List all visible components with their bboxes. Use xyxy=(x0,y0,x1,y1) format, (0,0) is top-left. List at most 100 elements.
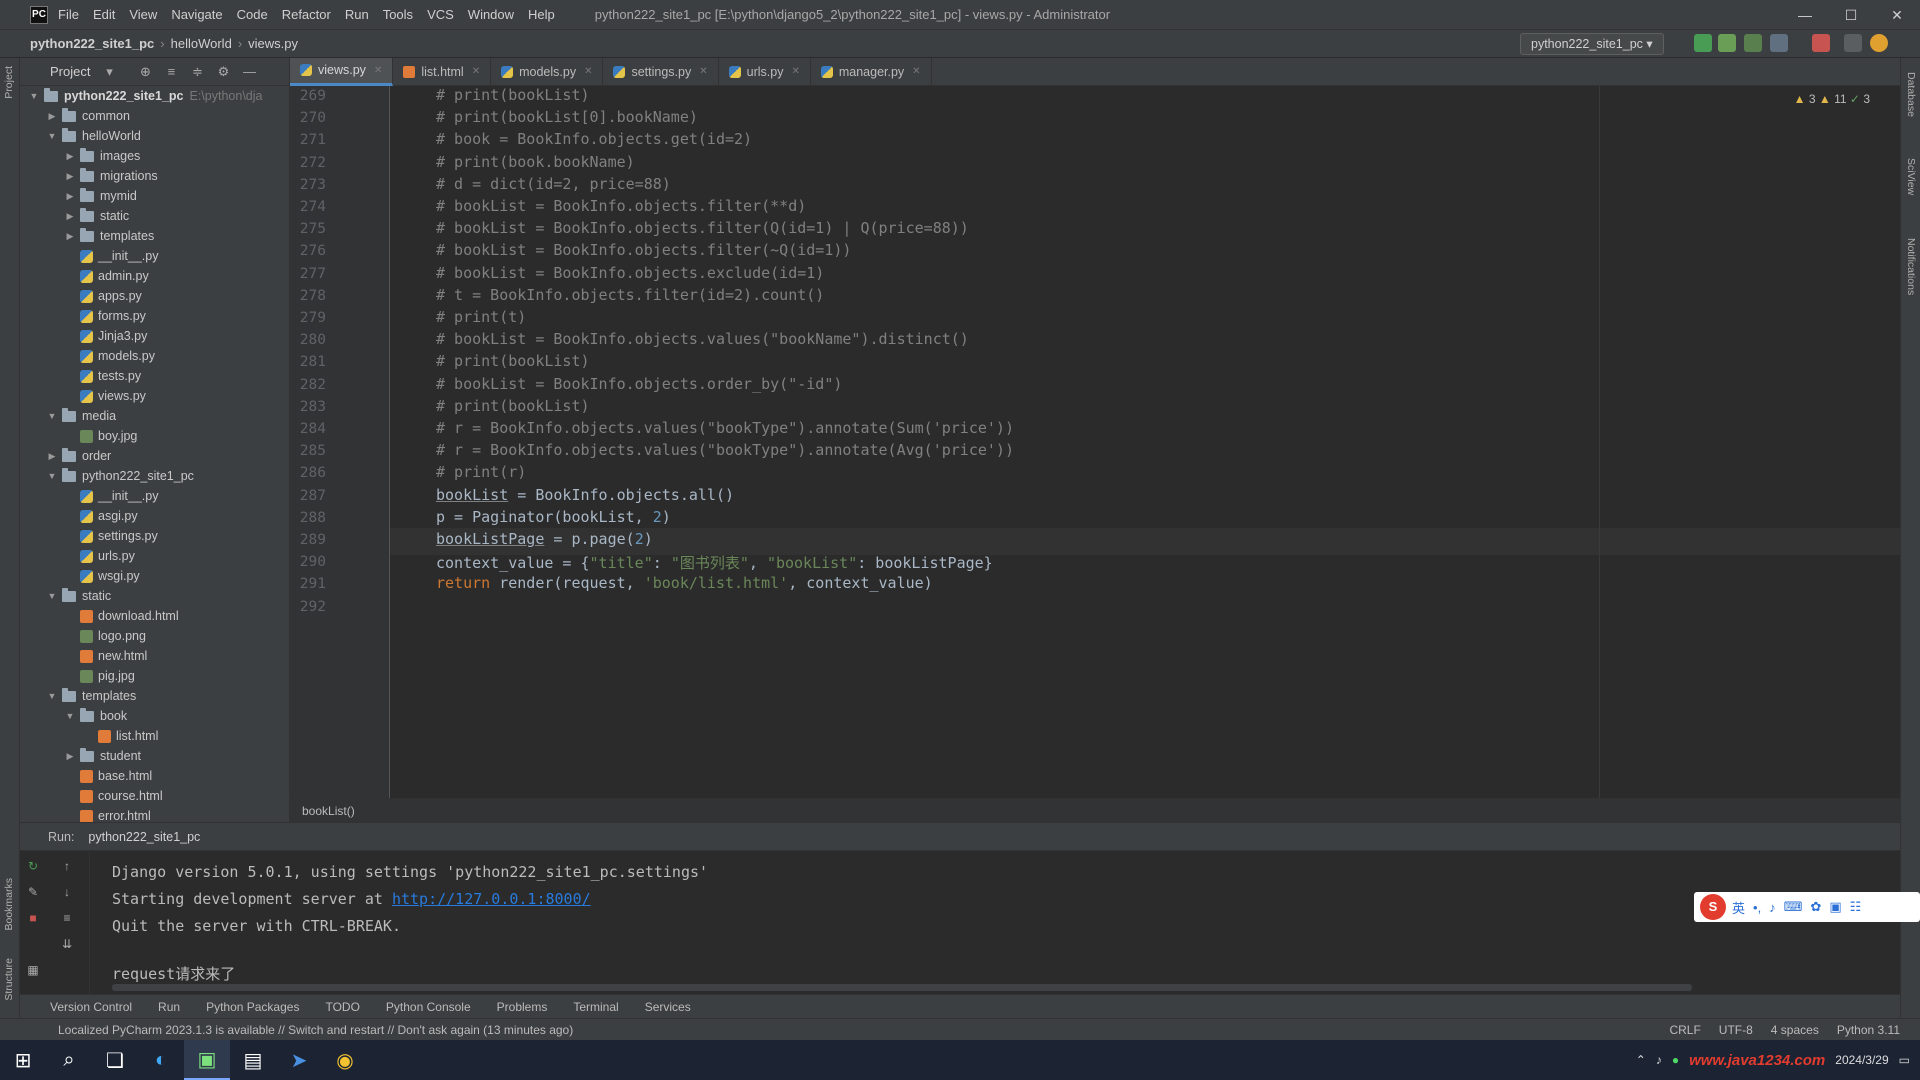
close-icon[interactable]: ✕ xyxy=(472,66,480,77)
tab-models-py[interactable]: models.py ✕ xyxy=(491,57,604,86)
tree-item[interactable]: ▶ images xyxy=(20,146,280,166)
chevron-down-icon[interactable]: ▼ xyxy=(46,131,58,141)
tree-item[interactable]: ▶ common xyxy=(20,106,280,126)
keyboard-icon[interactable]: ⌨ xyxy=(1784,899,1803,915)
tree-item[interactable]: ▼ media xyxy=(20,406,280,426)
tree-item[interactable]: base.html xyxy=(20,766,280,786)
tab-views-py[interactable]: views.py ✕ xyxy=(290,57,394,86)
close-icon[interactable]: ✕ xyxy=(1874,0,1920,30)
expand-all-icon[interactable]: ≡ xyxy=(164,64,178,79)
tree-item[interactable]: ▶ student xyxy=(20,746,280,766)
tree-item[interactable]: forms.py xyxy=(20,306,280,326)
project-panel-title[interactable]: Project xyxy=(50,64,90,79)
ime-language[interactable]: 英 xyxy=(1732,898,1745,917)
minimize-icon[interactable]: — xyxy=(1782,0,1828,30)
gear-icon[interactable]: ⚙ xyxy=(216,64,230,79)
menu-item-edit[interactable]: Edit xyxy=(93,7,115,22)
stop-icon[interactable] xyxy=(1812,34,1830,52)
tool-window-problems[interactable]: Problems xyxy=(497,1000,548,1014)
chevron-right-icon[interactable]: ▶ xyxy=(46,451,58,462)
chrome-icon[interactable]: ◉ xyxy=(322,1040,368,1080)
tree-item[interactable]: new.html xyxy=(20,646,280,666)
sciview-tool-tab[interactable]: SciView xyxy=(1905,158,1917,195)
task-view-icon[interactable]: ❏ xyxy=(92,1040,138,1080)
menu-item-run[interactable]: Run xyxy=(345,7,369,22)
tree-item[interactable]: admin.py xyxy=(20,266,280,286)
chevron-right-icon[interactable]: ▶ xyxy=(64,751,76,762)
menu-item-refactor[interactable]: Refactor xyxy=(282,7,331,22)
tab-list-html[interactable]: list.html ✕ xyxy=(393,57,492,86)
chevron-right-icon[interactable]: ▶ xyxy=(46,111,58,122)
inspection-widget[interactable]: ▲ 3 ▲ 11 ✓ 3 xyxy=(1794,92,1870,106)
tree-item[interactable]: views.py xyxy=(20,386,280,406)
chevron-right-icon[interactable]: ▶ xyxy=(64,151,76,162)
notepad-icon[interactable]: ▤ xyxy=(230,1040,276,1080)
layout-icon[interactable]: ▦ xyxy=(26,963,40,977)
tab-urls-py[interactable]: urls.py ✕ xyxy=(719,57,811,86)
chevron-down-icon[interactable]: ▾ xyxy=(102,64,116,79)
status-item[interactable]: UTF-8 xyxy=(1719,1023,1753,1037)
menu-item-code[interactable]: Code xyxy=(237,7,268,22)
wechat-icon[interactable]: ● xyxy=(1672,1053,1679,1067)
menu-item-window[interactable]: Window xyxy=(468,7,514,22)
status-item[interactable]: Python 3.11 xyxy=(1837,1023,1900,1037)
profile-icon[interactable] xyxy=(1770,34,1788,52)
tree-item[interactable]: models.py xyxy=(20,346,280,366)
punctuation-icon[interactable]: •, xyxy=(1753,900,1761,915)
close-icon[interactable]: ✕ xyxy=(584,66,592,77)
run-configuration-select[interactable]: python222_site1_pc ▾ xyxy=(1520,33,1664,55)
structure-tool-tab[interactable]: Structure xyxy=(3,958,15,1001)
tree-item[interactable]: settings.py xyxy=(20,526,280,546)
tab-manager-py[interactable]: manager.py ✕ xyxy=(811,57,932,86)
tree-item[interactable]: course.html xyxy=(20,786,280,806)
breadcrumb-module[interactable]: helloWorld xyxy=(171,36,232,51)
tree-item[interactable]: boy.jpg xyxy=(20,426,280,446)
notifications-icon[interactable]: ▭ xyxy=(1899,1053,1910,1067)
status-item[interactable]: 4 spaces xyxy=(1771,1023,1819,1037)
chevron-right-icon[interactable]: ▶ xyxy=(64,211,76,222)
scroll-to-end-icon[interactable]: ⇊ xyxy=(60,937,74,951)
tree-item[interactable]: ▼ python222_site1_pc E:\python\dja xyxy=(20,86,280,106)
menu-item-file[interactable]: File xyxy=(58,7,79,22)
tree-item[interactable]: urls.py xyxy=(20,546,280,566)
tool-window-todo[interactable]: TODO xyxy=(325,1000,359,1014)
tree-item[interactable]: __init__.py xyxy=(20,246,280,266)
tool-window-version-control[interactable]: Version Control xyxy=(50,1000,132,1014)
ime-toolbar[interactable]: S 英 •, ♪ ⌨ ✿ ▣ ☷ xyxy=(1694,892,1920,922)
tree-item[interactable]: logo.png xyxy=(20,626,280,646)
menu-item-vcs[interactable]: VCS xyxy=(427,7,454,22)
tree-item[interactable]: download.html xyxy=(20,606,280,626)
tree-item[interactable]: ▶ order xyxy=(20,446,280,466)
horizontal-scrollbar[interactable] xyxy=(112,984,1692,991)
soft-wrap-icon[interactable]: ≡ xyxy=(60,911,74,925)
tree-item[interactable]: Jinja3.py xyxy=(20,326,280,346)
close-icon[interactable]: ✕ xyxy=(912,66,920,77)
tree-item[interactable]: ▼ templates xyxy=(20,686,280,706)
bookmarks-tool-tab[interactable]: Bookmarks xyxy=(3,878,15,931)
tool-window-python-packages[interactable]: Python Packages xyxy=(206,1000,299,1014)
rerun-icon[interactable]: ↻ xyxy=(26,859,40,873)
debug-icon[interactable] xyxy=(1718,34,1736,52)
status-item[interactable]: CRLF xyxy=(1669,1023,1700,1037)
skin-icon[interactable]: ✿ xyxy=(1810,899,1821,915)
toolbox-icon[interactable]: ▣ xyxy=(1829,899,1841,915)
close-icon[interactable]: ✕ xyxy=(699,66,707,77)
locate-icon[interactable]: ⊕ xyxy=(138,64,152,79)
tree-item[interactable]: ▶ templates xyxy=(20,226,280,246)
chevron-right-icon[interactable]: ▶ xyxy=(64,231,76,242)
search-everywhere-icon[interactable] xyxy=(1844,34,1862,52)
tree-item[interactable]: ▼ static xyxy=(20,586,280,606)
tree-item[interactable]: ▶ migrations xyxy=(20,166,280,186)
breadcrumb-file[interactable]: views.py xyxy=(248,36,298,51)
code-editor[interactable]: 269 270 271 272 273 274 275 276 277 278 279 280 281 2… xyxy=(290,86,1900,798)
menu-item-help[interactable]: Help xyxy=(528,7,555,22)
tree-item[interactable]: asgi.py xyxy=(20,506,280,526)
tree-item[interactable]: ▼ helloWorld xyxy=(20,126,280,146)
tree-item[interactable]: wsgi.py xyxy=(20,566,280,586)
wrench-icon[interactable]: ✎ xyxy=(26,885,40,899)
close-icon[interactable]: ✕ xyxy=(791,66,799,77)
hide-icon[interactable]: — xyxy=(242,64,256,79)
chevron-down-icon[interactable]: ▼ xyxy=(28,91,40,101)
tree-item[interactable]: pig.jpg xyxy=(20,666,280,686)
code-breadcrumb[interactable]: bookList() xyxy=(290,798,1900,822)
